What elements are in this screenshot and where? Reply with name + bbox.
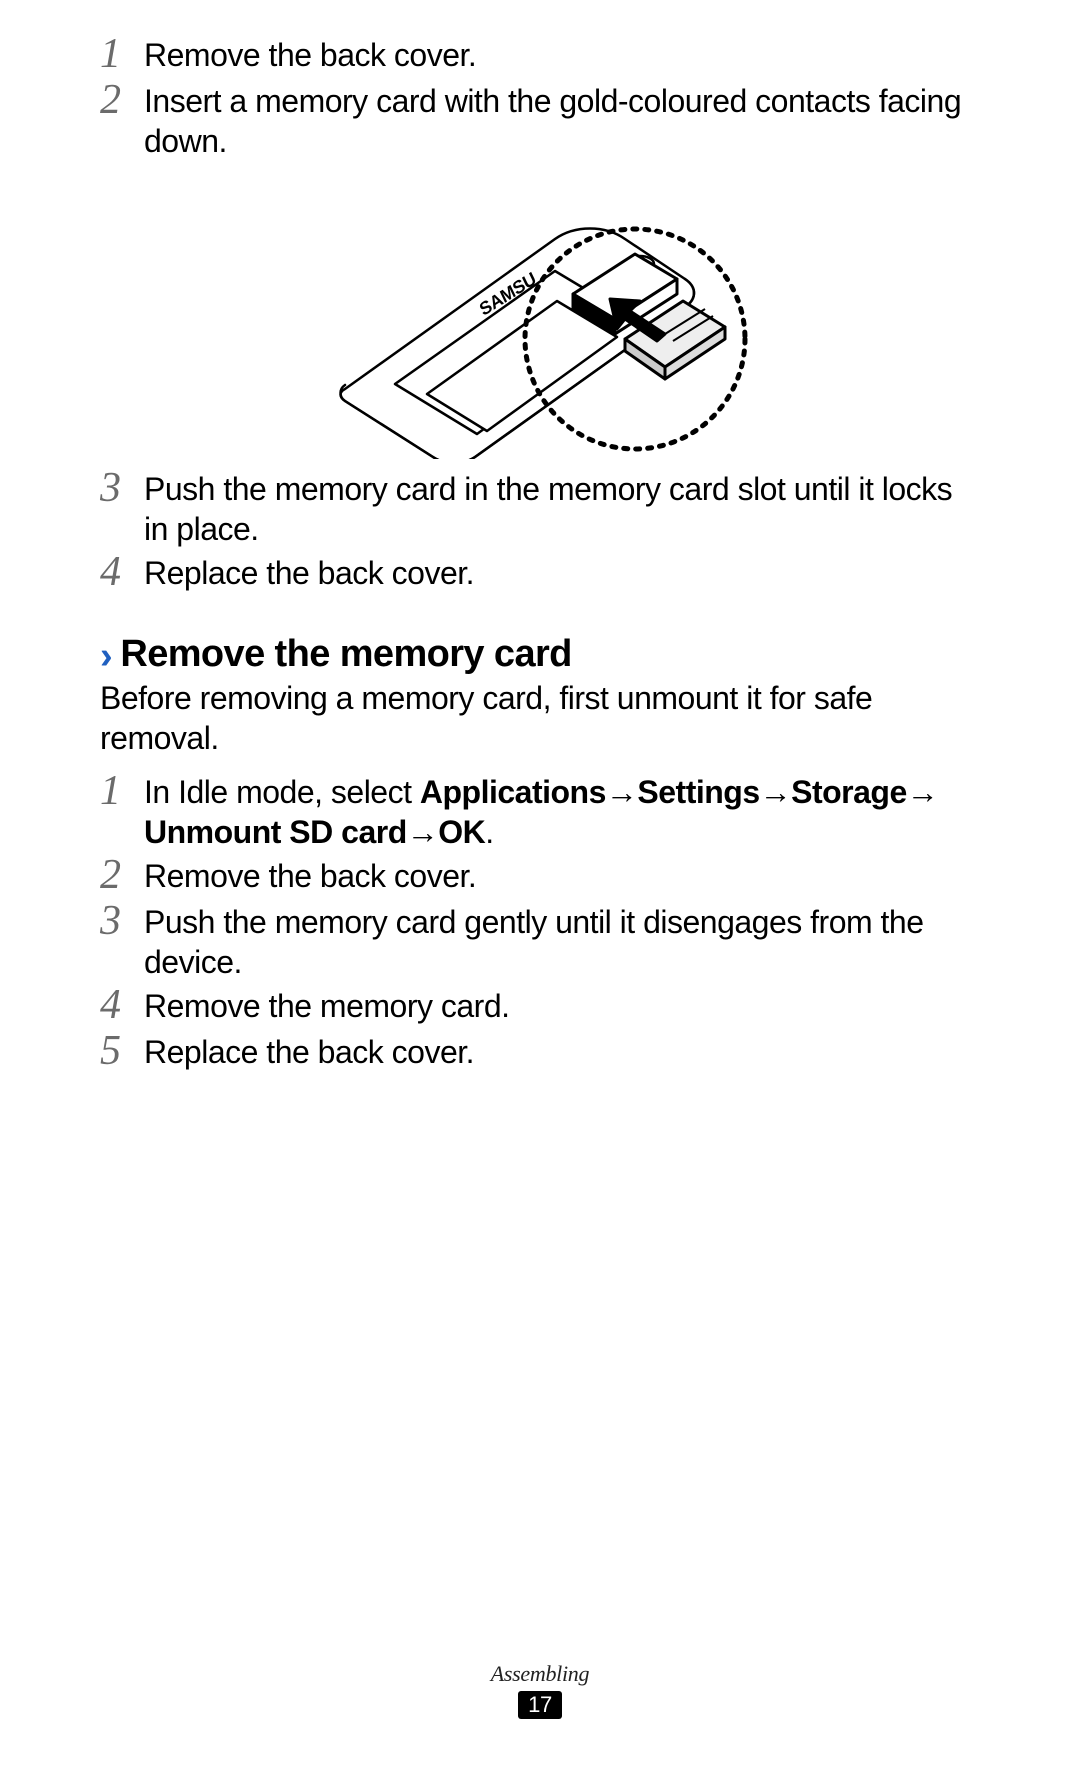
step-number: 4 [100, 984, 144, 1026]
step-text: In Idle mode, select Applications → Sett… [144, 772, 980, 852]
step-number: 3 [100, 900, 144, 942]
step-text: Remove the back cover. [144, 35, 476, 75]
step-number: 3 [100, 467, 144, 509]
insert-step-4: 4 Replace the back cover. [100, 553, 980, 595]
step-number: 4 [100, 551, 144, 593]
step-number: 2 [100, 79, 144, 121]
remove-step-5: 5 Replace the back cover. [100, 1032, 980, 1074]
step-text: Replace the back cover. [144, 553, 474, 593]
insert-step-1: 1 Remove the back cover. [100, 35, 980, 77]
step-text-prefix: In Idle mode, select [144, 774, 420, 810]
step-number: 5 [100, 1030, 144, 1072]
period: . [485, 814, 493, 850]
section-intro: Before removing a memory card, first unm… [100, 678, 980, 758]
illustration-container: Line drawing of the back of a Samsung ph… [100, 179, 980, 459]
path-unmount: Unmount SD card [144, 814, 407, 850]
page-footer: Assembling 17 [0, 1661, 1080, 1720]
arrow-icon: → [907, 772, 939, 812]
step-number: 1 [100, 770, 144, 812]
arrow-icon: → [606, 772, 638, 812]
manual-page: 1 Remove the back cover. 2 Insert a memo… [0, 0, 1080, 1771]
footer-section-label: Assembling [0, 1661, 1080, 1687]
step-text: Remove the memory card. [144, 986, 510, 1026]
path-storage: Storage [791, 774, 907, 810]
arrow-icon: → [760, 772, 792, 812]
section-title: Remove the memory card [120, 633, 571, 676]
remove-step-4: 4 Remove the memory card. [100, 986, 980, 1028]
memory-card-insert-illustration: Line drawing of the back of a Samsung ph… [305, 179, 775, 459]
path-ok: OK [438, 814, 485, 850]
remove-step-1: 1 In Idle mode, select Applications → Se… [100, 772, 980, 852]
remove-step-2: 2 Remove the back cover. [100, 856, 980, 898]
step-text: Push the memory card gently until it dis… [144, 902, 980, 982]
step-text: Push the memory card in the memory card … [144, 469, 980, 549]
step-number: 2 [100, 854, 144, 896]
path-settings: Settings [637, 774, 759, 810]
page-number-badge: 17 [518, 1691, 562, 1720]
step-text: Replace the back cover. [144, 1032, 474, 1072]
step-number: 1 [100, 33, 144, 75]
step-text: Remove the back cover. [144, 856, 476, 896]
remove-step-3: 3 Push the memory card gently until it d… [100, 902, 980, 982]
insert-step-2: 2 Insert a memory card with the gold-col… [100, 81, 980, 161]
step-text: Insert a memory card with the gold-colou… [144, 81, 980, 161]
section-header-remove-card: › Remove the memory card [100, 633, 980, 676]
path-applications: Applications [420, 774, 606, 810]
arrow-icon: → [407, 812, 439, 852]
insert-step-3: 3 Push the memory card in the memory car… [100, 469, 980, 549]
chevron-right-icon: › [100, 637, 112, 675]
